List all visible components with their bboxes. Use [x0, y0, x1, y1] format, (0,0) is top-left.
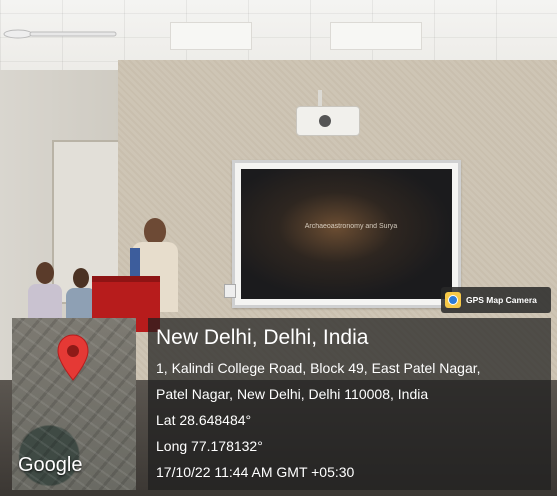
timestamp: 17/10/22 11:44 AM GMT +05:30 — [156, 464, 355, 480]
classroom-photo: Archaeoastronomy and Surya GPS Map Camer… — [0, 0, 557, 496]
ceiling-fan — [3, 29, 117, 39]
projector-lens — [319, 115, 331, 127]
seated-person — [28, 262, 62, 324]
satellite-map: Google — [12, 318, 136, 490]
location-title: New Delhi, Delhi, India — [156, 326, 369, 349]
whiteboard: Archaeoastronomy and Surya — [232, 160, 461, 308]
projector — [296, 106, 360, 136]
address-line-1: 1, Kalindi College Road, Block 49, East … — [156, 360, 481, 376]
gps-map-camera-badge: GPS Map Camera — [441, 287, 551, 313]
wall-socket — [224, 284, 236, 298]
address-line-2: Patel Nagar, New Delhi, Delhi 110008, In… — [156, 386, 429, 402]
ceiling-light — [330, 22, 422, 50]
projected-slide: Archaeoastronomy and Surya — [241, 169, 452, 299]
gps-camera-icon — [445, 292, 461, 308]
location-info-panel: New Delhi, Delhi, India 1, Kalindi Colle… — [148, 318, 551, 490]
longitude: Long 77.178132° — [156, 438, 263, 454]
slide-title: Archaeoastronomy and Surya — [304, 223, 398, 230]
latitude: Lat 28.648484° — [156, 412, 252, 428]
map-pin-icon — [57, 334, 89, 381]
google-logo: Google — [18, 454, 83, 476]
ceiling-light — [170, 22, 252, 50]
gps-badge-label: GPS Map Camera — [466, 295, 537, 305]
